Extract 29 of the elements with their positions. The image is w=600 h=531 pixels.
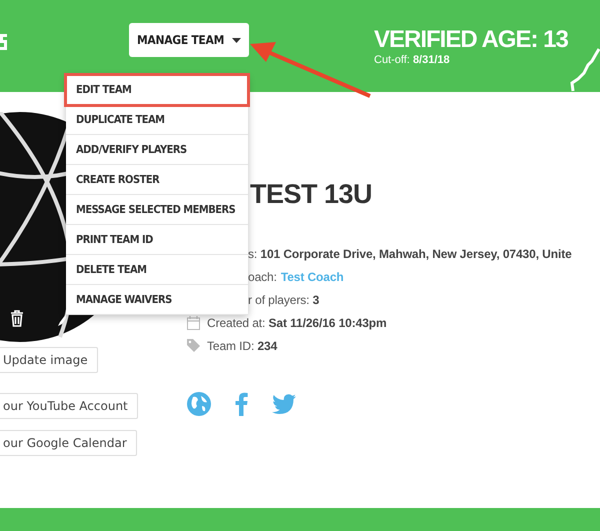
detail-text: s: 101 Corporate Drive, Mahwah, New Jersey, 07430, Unite — [248, 246, 572, 260]
menu-item[interactable]: MANAGE WAIVERS — [66, 285, 248, 315]
menu-item[interactable]: EDIT TEAM — [66, 75, 248, 105]
verified-age: VERIFIED AGE: 13 — [374, 26, 568, 54]
twitter-icon[interactable] — [272, 394, 296, 414]
trash-icon[interactable] — [10, 310, 24, 327]
calendar-icon — [187, 316, 200, 330]
menu-item[interactable]: ADD/VERIFY PLAYERS — [66, 135, 248, 165]
menu-item[interactable]: DUPLICATE TEAM — [66, 105, 248, 135]
menu-item[interactable]: PRINT TEAM ID — [66, 225, 248, 255]
detail-text: oach: — [248, 270, 277, 284]
logo-icon — [0, 32, 8, 52]
facebook-icon[interactable] — [235, 392, 248, 416]
caret-icon — [232, 38, 242, 42]
action-button[interactable]: Update image — [0, 347, 98, 373]
globe-icon[interactable] — [187, 392, 211, 416]
tag-icon — [187, 339, 200, 352]
action-button[interactable]: our Google Calendar — [0, 430, 137, 456]
manage-team-button[interactable]: MANAGE TEAM — [129, 23, 249, 57]
menu-item[interactable]: MESSAGE SELECTED MEMBERS — [66, 195, 248, 225]
pencil-icon[interactable] — [58, 314, 66, 326]
menu-item[interactable]: DELETE TEAM — [66, 255, 248, 285]
detail-text: r of players: 3 — [248, 292, 320, 306]
menu-item[interactable]: CREATE ROSTER — [66, 165, 248, 195]
cutoff-date: Cut-off: 8/31/18 — [374, 54, 451, 66]
detail-text: Created at: Sat 11/26/16 10:43pm — [207, 316, 387, 330]
action-button[interactable]: our YouTube Account — [0, 393, 138, 419]
team-name: TEST 13U — [250, 178, 374, 210]
detail-text: Team ID: 234 — [207, 338, 278, 352]
